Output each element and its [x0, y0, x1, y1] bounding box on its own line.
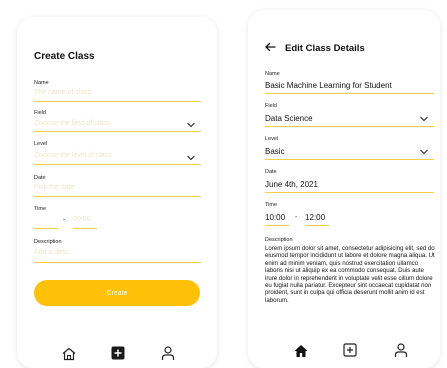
end-time-input[interactable]: 12:00 — [305, 213, 325, 222]
chevron-down-icon[interactable] — [187, 155, 195, 161]
field-underline — [34, 262, 201, 263]
field-select[interactable]: Field Data Science — [265, 103, 434, 128]
field-label: Field — [265, 103, 277, 109]
description-field[interactable]: Description Add a desc — [34, 239, 201, 263]
start-time-underline — [265, 225, 289, 226]
field-underline — [265, 126, 434, 127]
field-label: Date — [34, 175, 46, 181]
chevron-down-icon[interactable] — [420, 116, 428, 122]
end-time-underline — [73, 228, 97, 229]
field-underline — [34, 101, 201, 102]
field-label: Name — [265, 71, 280, 77]
start-time-input[interactable]: 10:00 — [265, 213, 285, 222]
field-underline — [34, 164, 201, 165]
field-underline — [34, 131, 201, 132]
name-input[interactable]: Basic Machine Learning for Student — [265, 81, 392, 90]
field-underline — [265, 159, 434, 160]
edit-class-screen: Edit Class Details Name Basic Machine Le… — [248, 10, 440, 368]
field-label: Description — [34, 239, 62, 245]
end-time-underline — [305, 225, 329, 226]
home-filled-icon[interactable] — [293, 343, 309, 359]
field-label: Time — [265, 202, 278, 208]
field-label: Level — [265, 136, 279, 142]
home-icon[interactable] — [61, 346, 77, 362]
description-input[interactable]: Add a desc — [34, 249, 69, 256]
field-dropdown[interactable]: Choose the field of class — [34, 120, 110, 127]
field-dropdown[interactable]: Data Science — [265, 114, 313, 123]
level-dropdown[interactable]: Basic — [265, 147, 285, 156]
field-label: Level — [34, 141, 48, 147]
level-dropdown[interactable]: Choose the level of class — [34, 152, 112, 159]
page-title: Create Class — [34, 51, 95, 62]
add-square-outline-icon[interactable] — [342, 342, 358, 358]
profile-icon[interactable] — [160, 345, 176, 361]
back-arrow-icon[interactable] — [264, 41, 276, 53]
add-square-icon[interactable] — [110, 345, 126, 361]
level-select[interactable]: Level Choose the level of class — [34, 141, 201, 166]
name-field[interactable]: Name The name of class — [34, 80, 201, 102]
end-time-input[interactable]: 00:00 — [73, 216, 91, 223]
field-underline — [265, 93, 434, 94]
name-input[interactable]: The name of class — [34, 89, 91, 96]
create-class-screen: Create Class Name The name of class Fiel… — [17, 17, 217, 368]
description-label: Description — [265, 237, 293, 243]
date-field[interactable]: Date June 4th, 2021 — [265, 169, 434, 194]
field-select[interactable]: Field Choose the field of class — [34, 110, 201, 132]
name-field[interactable]: Name Basic Machine Learning for Student — [265, 71, 434, 95]
time-field[interactable]: Time - 00:00 — [34, 206, 201, 230]
chevron-down-icon[interactable] — [420, 149, 428, 155]
date-input[interactable]: Pick the date — [34, 184, 74, 191]
profile-icon[interactable] — [393, 342, 409, 358]
create-button[interactable]: Create — [34, 280, 200, 306]
description-text[interactable]: Lorem ipsum dolor sit amet, consectetur … — [265, 245, 436, 304]
field-label: Field — [34, 110, 46, 116]
field-label: Name — [34, 80, 49, 86]
level-select[interactable]: Level Basic — [265, 136, 434, 161]
date-input[interactable]: June 4th, 2021 — [265, 180, 318, 189]
field-label: Date — [265, 169, 277, 175]
date-field[interactable]: Date Pick the date — [34, 175, 201, 197]
time-separator: - — [63, 217, 66, 224]
time-separator: - — [295, 214, 298, 221]
start-time-underline — [34, 228, 58, 229]
chevron-down-icon[interactable] — [187, 122, 195, 128]
field-label: Time — [34, 206, 47, 212]
page-title: Edit Class Details — [285, 43, 365, 54]
field-underline — [265, 192, 434, 193]
time-field[interactable]: Time 10:00 - 12:00 — [265, 202, 434, 228]
field-underline — [34, 196, 201, 197]
